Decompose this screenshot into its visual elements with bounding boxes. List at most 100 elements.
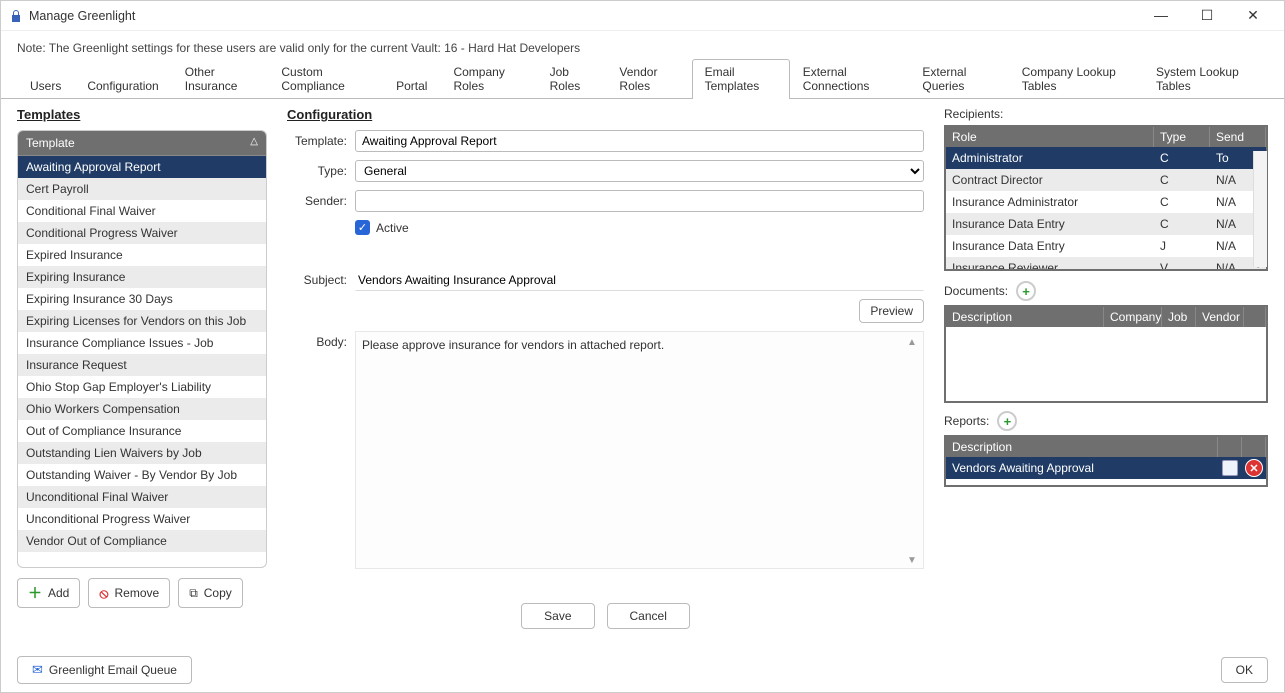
tab-portal[interactable]: Portal (383, 73, 440, 99)
ok-button[interactable]: OK (1221, 657, 1268, 683)
template-item[interactable]: Conditional Final Waiver (18, 200, 266, 222)
envelope-icon: ✉ (32, 662, 43, 678)
template-item[interactable]: Insurance Compliance Issues - Job (18, 332, 266, 354)
tab-job-roles[interactable]: Job Roles (537, 59, 607, 99)
delete-report-icon[interactable]: ✕ (1245, 459, 1263, 477)
tab-vendor-roles[interactable]: Vendor Roles (606, 59, 691, 99)
body-scroll-up-icon[interactable]: ▲ (907, 334, 921, 348)
template-input[interactable] (355, 130, 924, 152)
remove-button[interactable]: ⦸ Remove (88, 578, 170, 608)
greenlight-email-queue-button[interactable]: ✉ Greenlight Email Queue (17, 656, 192, 684)
template-item[interactable]: Ohio Workers Compensation (18, 398, 266, 420)
recipient-row[interactable]: Insurance Data EntryCN/A▼ (946, 213, 1266, 235)
documents-table: Description Company Job Vendor (944, 305, 1268, 403)
recipient-role: Insurance Data Entry (946, 237, 1154, 255)
body-scroll-down-icon[interactable]: ▼ (907, 552, 921, 566)
tab-external-connections[interactable]: External Connections (790, 59, 910, 99)
copy-button[interactable]: ⧉ Copy (178, 578, 243, 608)
add-document-button[interactable]: + (1016, 281, 1036, 301)
titlebar: Manage Greenlight — ☐ ✕ (1, 1, 1284, 31)
template-item[interactable]: Awaiting Approval Report (18, 156, 266, 178)
template-item[interactable]: Expiring Insurance 30 Days (18, 288, 266, 310)
documents-col-desc[interactable]: Description (946, 307, 1104, 327)
template-item[interactable]: Conditional Progress Waiver (18, 222, 266, 244)
template-item[interactable]: Expiring Insurance (18, 266, 266, 288)
template-item[interactable]: Unconditional Final Waiver (18, 486, 266, 508)
recipient-role: Contract Director (946, 171, 1154, 189)
tab-custom-compliance[interactable]: Custom Compliance (268, 59, 383, 99)
maximize-button[interactable]: ☐ (1192, 7, 1222, 24)
add-report-button[interactable]: + (997, 411, 1017, 431)
template-item[interactable]: Expired Insurance (18, 244, 266, 266)
recipient-role: Administrator (946, 149, 1154, 167)
active-label: Active (376, 221, 409, 235)
subject-input[interactable] (355, 269, 924, 291)
documents-col-company[interactable]: Company (1104, 307, 1162, 327)
lock-icon (9, 9, 23, 23)
documents-col-job[interactable]: Job (1162, 307, 1196, 327)
recipient-row[interactable]: Insurance Data EntryJN/A▼ (946, 235, 1266, 257)
body-label: Body: (287, 331, 347, 349)
active-checkbox[interactable]: ✓ (355, 220, 370, 235)
tab-email-templates[interactable]: Email Templates (692, 59, 790, 99)
documents-col-vendor[interactable]: Vendor (1196, 307, 1244, 327)
recipient-type: V (1154, 259, 1210, 269)
recipient-type: C (1154, 215, 1210, 233)
ok-label: OK (1236, 663, 1253, 677)
tab-other-insurance[interactable]: Other Insurance (172, 59, 269, 99)
recipients-col-type[interactable]: Type (1154, 127, 1210, 147)
add-button[interactable]: ＋ Add (17, 578, 80, 608)
templates-column-header[interactable]: Template △ (18, 131, 266, 156)
template-item[interactable]: Insurance Request (18, 354, 266, 376)
tab-company-lookup-tables[interactable]: Company Lookup Tables (1009, 59, 1143, 99)
tab-external-queries[interactable]: External Queries (909, 59, 1008, 99)
reports-col-open (1218, 437, 1242, 457)
tab-company-roles[interactable]: Company Roles (440, 59, 536, 99)
tab-system-lookup-tables[interactable]: System Lookup Tables (1143, 59, 1268, 99)
recipients-col-send[interactable]: Send (1210, 127, 1266, 147)
tab-configuration[interactable]: Configuration (74, 73, 171, 99)
sender-label: Sender: (287, 194, 347, 208)
type-label: Type: (287, 164, 347, 178)
recipient-role: Insurance Data Entry (946, 215, 1154, 233)
recipient-row[interactable]: Insurance ReviewerVN/A▼ (946, 257, 1266, 269)
minimize-button[interactable]: — (1146, 7, 1176, 24)
template-item[interactable]: Cert Payroll (18, 178, 266, 200)
documents-label: Documents: (944, 284, 1008, 298)
sender-input[interactable] (355, 190, 924, 212)
templates-list: Awaiting Approval ReportCert PayrollCond… (18, 156, 266, 567)
recipient-role: Insurance Reviewer (946, 259, 1154, 269)
template-item[interactable]: Expiring Licenses for Vendors on this Jo… (18, 310, 266, 332)
recipient-type: J (1154, 237, 1210, 255)
open-report-icon[interactable] (1222, 460, 1238, 476)
recipient-type: C (1154, 193, 1210, 211)
template-item[interactable]: Outstanding Waiver - By Vendor By Job (18, 464, 266, 486)
recipient-row[interactable]: Insurance AdministratorCN/A▼ (946, 191, 1266, 213)
template-item[interactable]: Unconditional Progress Waiver (18, 508, 266, 530)
type-select[interactable]: General (355, 160, 924, 182)
body-textarea[interactable]: Please approve insurance for vendors in … (355, 331, 924, 569)
close-button[interactable]: ✕ (1238, 7, 1268, 24)
recipients-table: Role Type Send AdministratorCTo▼Contract… (944, 125, 1268, 271)
template-item[interactable]: Out of Compliance Insurance (18, 420, 266, 442)
report-row[interactable]: Vendors Awaiting Approval✕ (946, 457, 1266, 479)
cancel-button[interactable]: Cancel (607, 603, 690, 629)
queue-label: Greenlight Email Queue (49, 663, 177, 677)
window-title: Manage Greenlight (29, 9, 135, 23)
template-item[interactable]: Outstanding Lien Waivers by Job (18, 442, 266, 464)
recipient-row[interactable]: Contract DirectorCN/A▼ (946, 169, 1266, 191)
template-label: Template: (287, 134, 347, 148)
recipient-row[interactable]: AdministratorCTo▼ (946, 147, 1266, 169)
plus-icon: ＋ (28, 583, 42, 603)
preview-button[interactable]: Preview (859, 299, 924, 323)
add-label: Add (48, 586, 69, 600)
save-button[interactable]: Save (521, 603, 594, 629)
recipients-scrollbar[interactable] (1253, 151, 1267, 267)
template-item[interactable]: Vendor Out of Compliance (18, 530, 266, 552)
tab-bar: UsersConfigurationOther InsuranceCustom … (1, 73, 1284, 99)
recipients-col-role[interactable]: Role (946, 127, 1154, 147)
template-item[interactable]: Ohio Stop Gap Employer's Liability (18, 376, 266, 398)
remove-label: Remove (115, 586, 160, 600)
tab-users[interactable]: Users (17, 73, 74, 99)
reports-col-desc[interactable]: Description (946, 437, 1218, 457)
